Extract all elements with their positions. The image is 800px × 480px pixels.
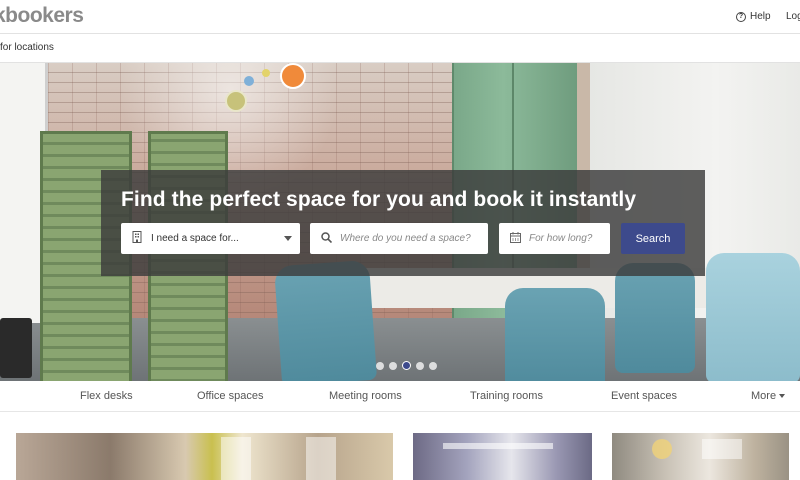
category-event-spaces[interactable]: Event spaces [611,390,677,402]
category-meeting-rooms[interactable]: Meeting rooms [329,390,402,402]
subbar-link[interactable]: for locations [0,42,54,53]
top-header: kbookers ? Help Log [0,0,800,34]
carousel-dot[interactable] [389,361,397,370]
search-panel: Find the perfect space for you and book … [101,170,705,276]
space-type-select[interactable]: I need a space for... [121,223,300,254]
space-type-value: I need a space for... [151,233,239,244]
duration-placeholder: For how long? [529,233,593,244]
location-placeholder: Where do you need a space? [340,233,471,244]
category-more-label: More [751,390,777,402]
search-button[interactable]: Search [621,223,685,254]
site-logo[interactable]: kbookers [0,4,84,28]
hero-banner: Find the perfect space for you and book … [0,63,800,381]
duration-input[interactable]: For how long? [499,223,610,254]
listing-card-image[interactable] [16,433,393,480]
listing-card-image[interactable] [413,433,592,480]
calendar-icon [509,231,521,246]
carousel-dot[interactable] [429,361,437,370]
help-circle-icon: ? [736,11,746,22]
carousel-dots [376,361,437,370]
listing-card-image[interactable] [612,433,789,480]
carousel-dot-active[interactable] [402,361,411,370]
category-office-spaces[interactable]: Office spaces [197,390,263,402]
search-icon [320,231,332,246]
hero-title: Find the perfect space for you and book … [121,188,637,211]
help-link[interactable]: ? Help [736,11,771,22]
help-label: Help [750,11,771,22]
carousel-dot[interactable] [416,361,424,370]
login-link[interactable]: Log [786,11,800,22]
chevron-down-icon [284,236,292,241]
category-flex-desks[interactable]: Flex desks [80,390,133,402]
carousel-dot[interactable] [376,361,384,370]
category-nav: Flex desks Office spaces Meeting rooms T… [0,381,800,412]
sub-bar: for locations [0,35,800,63]
chevron-down-icon [779,394,786,398]
category-more[interactable]: More [751,390,786,402]
location-input[interactable]: Where do you need a space? [310,223,488,254]
category-training-rooms[interactable]: Training rooms [470,390,543,402]
building-icon [131,231,143,246]
